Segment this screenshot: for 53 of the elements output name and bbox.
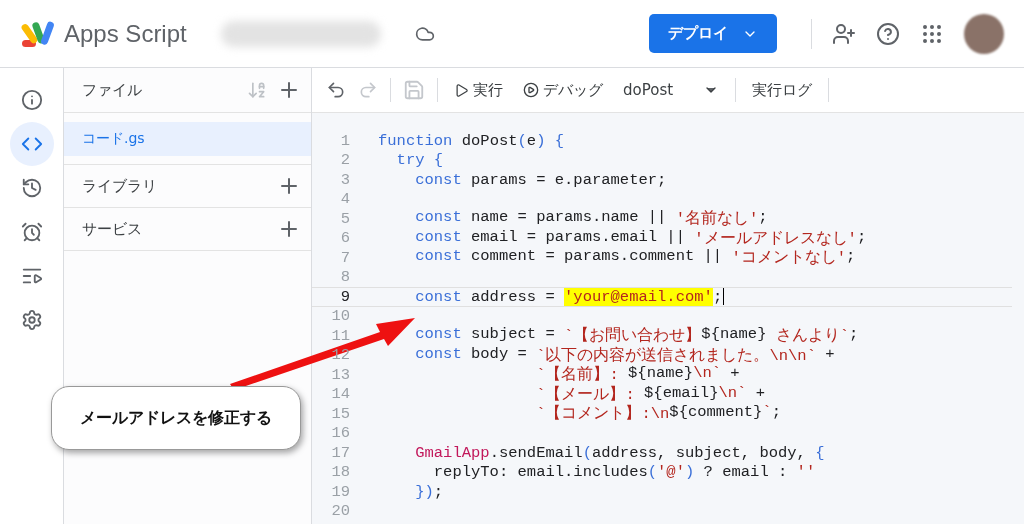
code-line: replyTo: email.includes('@') ? email : '' bbox=[432, 463, 816, 482]
line-number: 14 bbox=[330, 385, 350, 404]
line-number: 3 bbox=[339, 170, 350, 189]
code-icon[interactable] bbox=[9, 122, 54, 166]
line-number: 2 bbox=[339, 151, 350, 170]
text-cursor bbox=[723, 288, 725, 306]
line-number: 13 bbox=[330, 365, 350, 384]
line-number: 8 bbox=[339, 268, 350, 287]
code-line: const name = params.name || '名前なし'; bbox=[414, 208, 768, 230]
line-number: 4 bbox=[339, 190, 350, 209]
line-number: 6 bbox=[339, 229, 350, 248]
code-line: `【名前】: ${name}\n` + bbox=[535, 364, 740, 385]
file-item[interactable]: コード.gs bbox=[64, 122, 311, 156]
line-number: 17 bbox=[330, 443, 350, 462]
circle-play-icon bbox=[523, 82, 539, 98]
line-number: 10 bbox=[330, 307, 350, 326]
execution-log-button[interactable]: 実行ログ bbox=[748, 80, 816, 100]
run-button[interactable]: 実行 bbox=[450, 80, 507, 100]
add-person-icon[interactable] bbox=[832, 21, 856, 46]
avatar[interactable] bbox=[964, 13, 1004, 54]
line-number: 18 bbox=[330, 463, 350, 482]
line-number: 19 bbox=[330, 482, 350, 501]
code-line: const params = e.parameter; bbox=[414, 170, 667, 189]
deploy-button[interactable]: デプロイ bbox=[649, 14, 777, 53]
callout-text: メールアドレスを修正する bbox=[51, 386, 301, 450]
panel-title: ファイル bbox=[82, 80, 143, 100]
line-number: 1 bbox=[339, 131, 350, 150]
line-number: 16 bbox=[330, 424, 350, 443]
undo-icon[interactable] bbox=[326, 80, 346, 100]
section-title: サービス bbox=[82, 219, 143, 239]
line-number: 7 bbox=[339, 248, 350, 267]
code-line: const email = params.email || 'メールアドレスなし'; bbox=[414, 227, 867, 249]
play-icon bbox=[454, 82, 469, 98]
line-number: 5 bbox=[339, 209, 350, 228]
help-icon[interactable] bbox=[876, 21, 900, 46]
code-line: const body = `以下の内容が送信されました。\n\n` + bbox=[414, 344, 835, 365]
code-line: `【メール】: ${email}\n` + bbox=[535, 383, 765, 404]
code-line: const address = 'your@email.com'; bbox=[414, 287, 723, 306]
code-line: GmailApp.sendEmail(address, subject, body, { bbox=[414, 443, 825, 462]
section-title: ライブラリ bbox=[82, 176, 158, 196]
line-number: 9 bbox=[339, 287, 350, 306]
code-line: }); bbox=[414, 482, 444, 501]
product-name: Apps Script bbox=[64, 19, 187, 48]
line-number: 15 bbox=[330, 404, 350, 423]
function-select[interactable]: doPost bbox=[619, 81, 723, 99]
code-line: function doPost(e) { bbox=[378, 131, 565, 150]
line-number: 20 bbox=[330, 502, 350, 521]
debug-button[interactable]: デバッグ bbox=[519, 80, 607, 100]
line-number: 11 bbox=[330, 326, 350, 345]
code-line: const comment = params.comment || 'コメントなし'; bbox=[414, 247, 856, 269]
code-line: `【コメント】:\n${comment}`; bbox=[535, 403, 781, 425]
code-line: try { bbox=[395, 151, 444, 170]
code-line: const subject = `【お問い合わせ】${name} さんより`; bbox=[414, 325, 859, 346]
